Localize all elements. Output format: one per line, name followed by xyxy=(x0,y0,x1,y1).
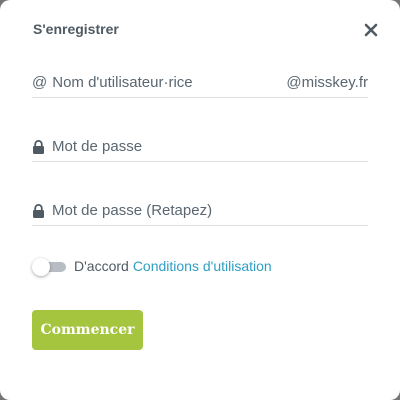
dialog-title: S'enregistrer xyxy=(33,21,119,37)
password-retype-placeholder: Mot de passe (Retapez) xyxy=(52,202,213,219)
at-prefix: @ xyxy=(32,74,48,91)
terms-agreement: D'accord Conditions d'utilisation xyxy=(32,258,272,276)
agree-label: D'accord xyxy=(74,258,129,274)
host-suffix: @misskey.fr xyxy=(286,74,368,91)
lock-icon xyxy=(32,139,47,154)
toggle-knob xyxy=(32,258,50,276)
lock-icon xyxy=(32,203,47,218)
password-retype-field[interactable]: Mot de passe (Retapez) xyxy=(32,196,368,226)
password-field[interactable]: Mot de passe xyxy=(32,132,368,162)
signup-dialog: S'enregistrer @ Nom d'utilisateur·rice @… xyxy=(0,0,400,400)
terms-link[interactable]: Conditions d'utilisation xyxy=(133,258,272,274)
close-icon[interactable] xyxy=(362,21,380,39)
username-field[interactable]: @ Nom d'utilisateur·rice @misskey.fr xyxy=(32,68,368,98)
start-button[interactable]: Commencer xyxy=(32,310,143,350)
username-placeholder: Nom d'utilisateur·rice xyxy=(52,74,193,91)
password-placeholder: Mot de passe xyxy=(52,138,143,155)
agree-toggle[interactable] xyxy=(32,258,66,276)
